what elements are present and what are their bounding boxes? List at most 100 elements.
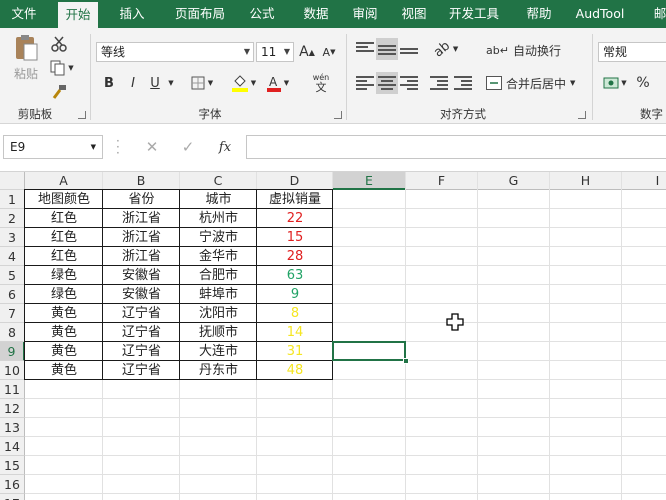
- fill-color-button[interactable]: ▼: [228, 72, 260, 94]
- row-header-14[interactable]: 14: [0, 437, 25, 456]
- cut-button[interactable]: [48, 34, 70, 54]
- row-header-6[interactable]: 6: [0, 285, 25, 304]
- chevron-down-icon[interactable]: ▼: [166, 72, 176, 94]
- cancel-button[interactable]: ✕: [140, 135, 164, 159]
- align-bottom-button[interactable]: [398, 38, 420, 60]
- shrink-font-button[interactable]: A ▼: [320, 42, 338, 62]
- cell-D7[interactable]: 8: [257, 304, 333, 323]
- column-header-G[interactable]: G: [478, 172, 550, 190]
- cell-C9[interactable]: 大连市: [180, 342, 257, 361]
- insert-function-button[interactable]: fx: [212, 135, 238, 159]
- cell-A7[interactable]: 黄色: [25, 304, 103, 323]
- row-header-2[interactable]: 2: [0, 209, 25, 228]
- cell-D6[interactable]: 9: [257, 285, 333, 304]
- align-top-button[interactable]: [354, 38, 376, 60]
- column-header-D[interactable]: D: [257, 172, 333, 190]
- cell-C1[interactable]: 城市: [180, 190, 257, 209]
- row-header-8[interactable]: 8: [0, 323, 25, 342]
- tab-8[interactable]: 开发工具: [442, 0, 506, 28]
- name-box[interactable]: E9 ▼: [3, 135, 103, 159]
- row-header-5[interactable]: 5: [0, 266, 25, 285]
- tab-7[interactable]: 视图: [393, 0, 435, 28]
- cell-A3[interactable]: 红色: [25, 228, 103, 247]
- cell-C7[interactable]: 沈阳市: [180, 304, 257, 323]
- cell-A8[interactable]: 黄色: [25, 323, 103, 342]
- cell-D1[interactable]: 虚拟销量: [257, 190, 333, 209]
- enter-button[interactable]: ✓: [176, 135, 200, 159]
- cell-D10[interactable]: 48: [257, 361, 333, 380]
- row-header-9[interactable]: 9: [0, 342, 25, 361]
- tab-0[interactable]: 文件: [0, 0, 48, 28]
- tab-4[interactable]: 公式: [242, 0, 282, 28]
- fill-handle[interactable]: [403, 358, 409, 364]
- cell-B10[interactable]: 辽宁省: [103, 361, 180, 380]
- cell-A6[interactable]: 绿色: [25, 285, 103, 304]
- row-header-13[interactable]: 13: [0, 418, 25, 437]
- align-left-button[interactable]: [354, 72, 376, 94]
- copy-button[interactable]: ▼: [48, 58, 76, 78]
- tab-6[interactable]: 审阅: [344, 0, 386, 28]
- cell-A9[interactable]: 黄色: [25, 342, 103, 361]
- grow-font-button[interactable]: A ▲: [298, 42, 316, 62]
- font-launcher-icon[interactable]: [334, 111, 342, 119]
- underline-button[interactable]: U: [146, 72, 164, 94]
- align-middle-button[interactable]: [376, 38, 398, 60]
- align-center-button[interactable]: [376, 72, 398, 94]
- row-header-1[interactable]: 1: [0, 190, 25, 209]
- cell-D8[interactable]: 14: [257, 323, 333, 342]
- cell-B4[interactable]: 浙江省: [103, 247, 180, 266]
- cell-A5[interactable]: 绿色: [25, 266, 103, 285]
- merge-center-button[interactable]: 合并后居中 ▼: [486, 72, 582, 94]
- currency-button[interactable]: ▼: [602, 72, 628, 94]
- tab-3[interactable]: 页面布局: [164, 0, 236, 28]
- italic-button[interactable]: I: [124, 72, 142, 94]
- row-header-11[interactable]: 11: [0, 380, 25, 399]
- cell-B3[interactable]: 浙江省: [103, 228, 180, 247]
- font-name-combo[interactable]: 等线 ▼: [96, 42, 254, 62]
- select-all-corner[interactable]: [0, 172, 25, 190]
- column-header-B[interactable]: B: [103, 172, 180, 190]
- row-header-7[interactable]: 7: [0, 304, 25, 323]
- cell-C5[interactable]: 合肥市: [180, 266, 257, 285]
- phonetic-button[interactable]: wén 文: [304, 70, 338, 96]
- align-right-button[interactable]: [398, 72, 420, 94]
- tab-2[interactable]: 插入: [108, 0, 156, 28]
- cell-D5[interactable]: 63: [257, 266, 333, 285]
- row-header-4[interactable]: 4: [0, 247, 25, 266]
- column-header-E[interactable]: E: [333, 172, 406, 190]
- paste-button[interactable]: 粘贴: [8, 34, 44, 92]
- cell-B6[interactable]: 安徽省: [103, 285, 180, 304]
- bold-button[interactable]: B: [100, 72, 118, 94]
- cell-C2[interactable]: 杭州市: [180, 209, 257, 228]
- formula-input[interactable]: [246, 135, 666, 159]
- column-header-H[interactable]: H: [550, 172, 622, 190]
- row-header-17[interactable]: 17: [0, 494, 25, 500]
- cell-D2[interactable]: 22: [257, 209, 333, 228]
- cell-A4[interactable]: 红色: [25, 247, 103, 266]
- wrap-text-button[interactable]: ab↵ 自动换行: [486, 40, 566, 60]
- cell-B7[interactable]: 辽宁省: [103, 304, 180, 323]
- column-header-C[interactable]: C: [180, 172, 257, 190]
- row-header-10[interactable]: 10: [0, 361, 25, 380]
- tab-11[interactable]: 邮: [648, 0, 666, 28]
- font-color-button[interactable]: A ▼: [264, 72, 292, 94]
- cell-B8[interactable]: 辽宁省: [103, 323, 180, 342]
- column-header-I[interactable]: I: [622, 172, 666, 190]
- selected-cell-outline[interactable]: [332, 341, 406, 361]
- tab-1[interactable]: 开始: [58, 2, 98, 28]
- row-header-3[interactable]: 3: [0, 228, 25, 247]
- cell-A1[interactable]: 地图颜色: [25, 190, 103, 209]
- clipboard-launcher-icon[interactable]: [78, 111, 86, 119]
- cell-A2[interactable]: 红色: [25, 209, 103, 228]
- cell-A10[interactable]: 黄色: [25, 361, 103, 380]
- cell-D9[interactable]: 31: [257, 342, 333, 361]
- orientation-button[interactable]: ab ▼: [430, 38, 462, 60]
- cell-C3[interactable]: 宁波市: [180, 228, 257, 247]
- row-header-15[interactable]: 15: [0, 456, 25, 475]
- cell-C4[interactable]: 金华市: [180, 247, 257, 266]
- percent-button[interactable]: %: [634, 72, 652, 94]
- worksheet-grid[interactable]: ABCDEFGHI1234567891011121314151617地图颜色省份…: [0, 172, 666, 500]
- tab-5[interactable]: 数据: [294, 0, 338, 28]
- cell-B1[interactable]: 省份: [103, 190, 180, 209]
- borders-button[interactable]: ▼: [186, 72, 218, 94]
